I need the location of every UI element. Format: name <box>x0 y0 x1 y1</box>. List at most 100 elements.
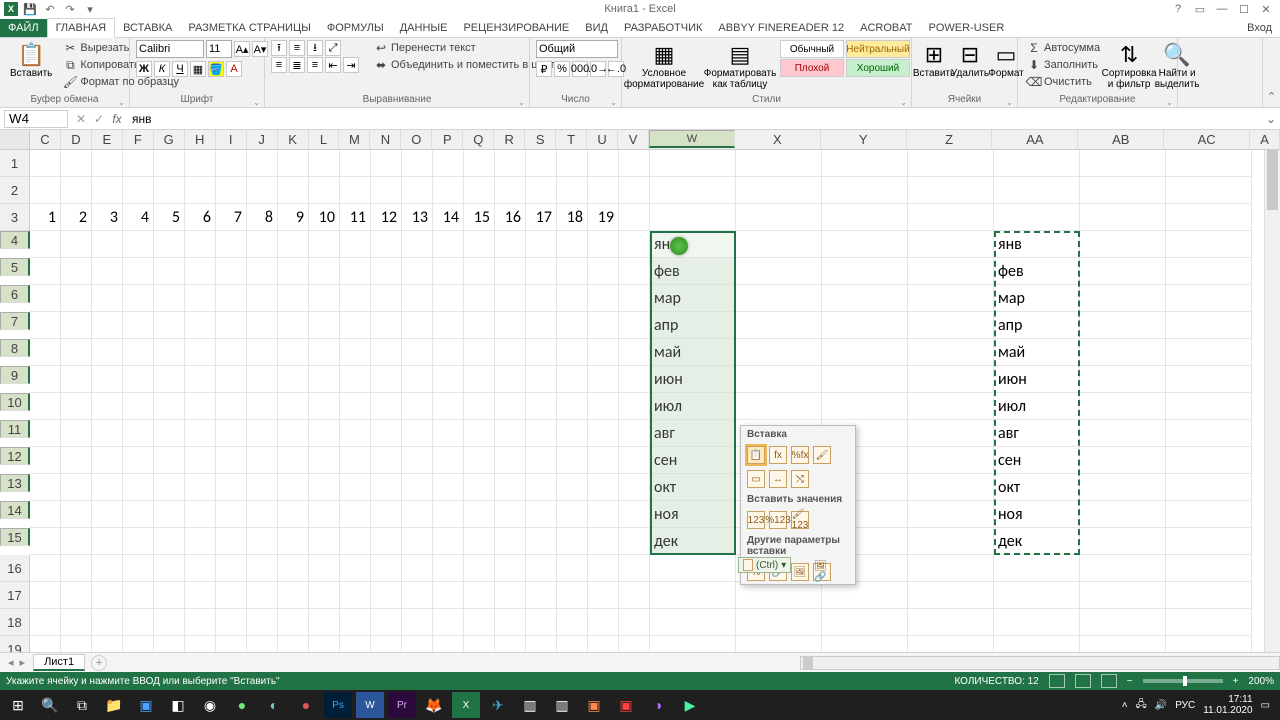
cell[interactable] <box>278 285 309 312</box>
vertical-scrollbar[interactable] <box>1264 150 1280 652</box>
row-header-1[interactable]: 1 <box>0 150 30 177</box>
cell[interactable] <box>908 231 994 258</box>
cell[interactable] <box>588 366 619 393</box>
col-header-K[interactable]: K <box>278 130 309 149</box>
cell[interactable] <box>1166 204 1252 231</box>
cell[interactable] <box>30 609 61 636</box>
row-header-12[interactable]: 12 <box>0 447 30 465</box>
app-icon-9[interactable]: ▣ <box>612 692 640 718</box>
cell[interactable] <box>340 609 371 636</box>
cell[interactable] <box>92 420 123 447</box>
cell[interactable] <box>908 258 994 285</box>
cell[interactable] <box>185 501 216 528</box>
cell[interactable] <box>526 501 557 528</box>
col-header-S[interactable]: S <box>525 130 556 149</box>
cell[interactable] <box>371 231 402 258</box>
tab-view[interactable]: ВИД <box>577 19 616 37</box>
borders-button[interactable]: ▦ <box>190 61 206 77</box>
cell[interactable] <box>61 609 92 636</box>
cell[interactable] <box>822 609 908 636</box>
cell[interactable] <box>495 420 526 447</box>
cell[interactable] <box>619 582 650 609</box>
cell[interactable] <box>1166 420 1252 447</box>
align-left-icon[interactable]: ≡ <box>271 57 287 73</box>
cell[interactable] <box>557 582 588 609</box>
col-header-Q[interactable]: Q <box>463 130 494 149</box>
cell[interactable] <box>433 177 464 204</box>
cell[interactable] <box>216 150 247 177</box>
cell[interactable] <box>822 366 908 393</box>
cell[interactable] <box>154 528 185 555</box>
cell[interactable] <box>619 420 650 447</box>
cell[interactable] <box>1080 501 1166 528</box>
cell[interactable] <box>30 528 61 555</box>
cell[interactable] <box>464 258 495 285</box>
cell[interactable] <box>433 609 464 636</box>
row-header-17[interactable]: 17 <box>0 582 30 609</box>
cell[interactable] <box>123 258 154 285</box>
cell[interactable] <box>619 177 650 204</box>
cell[interactable]: май <box>994 339 1080 366</box>
align-top-icon[interactable]: ⭱ <box>271 40 287 56</box>
paste-values-number[interactable]: %123 <box>769 511 787 529</box>
app-icon-10[interactable]: ◑ <box>644 692 672 718</box>
cell[interactable] <box>736 258 822 285</box>
cell[interactable] <box>123 609 154 636</box>
cell[interactable] <box>495 582 526 609</box>
cell[interactable] <box>247 366 278 393</box>
row-header-19[interactable]: 19 <box>0 636 30 652</box>
cell[interactable] <box>61 393 92 420</box>
cell[interactable] <box>185 555 216 582</box>
cell[interactable] <box>30 393 61 420</box>
italic-button[interactable]: К <box>154 61 170 77</box>
paste-linked-picture[interactable]: 🖼🔗 <box>813 563 831 581</box>
cell[interactable] <box>216 177 247 204</box>
cell[interactable] <box>619 312 650 339</box>
cell[interactable] <box>154 312 185 339</box>
cell[interactable] <box>1166 474 1252 501</box>
cell[interactable] <box>371 447 402 474</box>
cell[interactable] <box>464 231 495 258</box>
cell[interactable] <box>61 312 92 339</box>
cell[interactable] <box>650 150 736 177</box>
cell[interactable] <box>216 609 247 636</box>
horizontal-scrollbar[interactable] <box>800 656 1280 670</box>
col-header-T[interactable]: T <box>556 130 587 149</box>
cell[interactable] <box>650 204 736 231</box>
row-header-3[interactable]: 3 <box>0 204 30 231</box>
add-sheet-button[interactable]: + <box>91 655 107 671</box>
cell[interactable] <box>464 447 495 474</box>
cell[interactable] <box>61 420 92 447</box>
cell[interactable] <box>247 609 278 636</box>
cell[interactable] <box>30 312 61 339</box>
style-good[interactable]: Хороший <box>846 59 910 77</box>
cell[interactable] <box>994 582 1080 609</box>
cell[interactable] <box>371 501 402 528</box>
fill-button[interactable]: ⬇Заполнить <box>1024 57 1103 73</box>
cell[interactable] <box>1166 339 1252 366</box>
font-name-select[interactable] <box>136 40 204 58</box>
cell[interactable]: ноя <box>994 501 1080 528</box>
cell[interactable] <box>619 150 650 177</box>
font-size-select[interactable] <box>206 40 232 58</box>
cell[interactable]: сен <box>994 447 1080 474</box>
cell[interactable] <box>464 501 495 528</box>
cell[interactable] <box>650 555 736 582</box>
cell[interactable]: 3 <box>92 204 123 231</box>
cell[interactable] <box>557 339 588 366</box>
cell[interactable] <box>340 636 371 652</box>
cell[interactable] <box>619 609 650 636</box>
col-header-F[interactable]: F <box>123 130 154 149</box>
cell[interactable] <box>495 150 526 177</box>
cell[interactable] <box>61 258 92 285</box>
cell[interactable]: май <box>650 339 736 366</box>
cell[interactable] <box>557 177 588 204</box>
tray-notifications-icon[interactable]: ▭ <box>1261 700 1270 711</box>
undo-icon[interactable]: ↶ <box>42 1 58 17</box>
cell[interactable] <box>526 285 557 312</box>
cell[interactable] <box>371 393 402 420</box>
cell[interactable] <box>1080 447 1166 474</box>
zoom-level[interactable]: 200% <box>1248 676 1274 687</box>
cell[interactable] <box>371 258 402 285</box>
cell[interactable]: ноя <box>650 501 736 528</box>
